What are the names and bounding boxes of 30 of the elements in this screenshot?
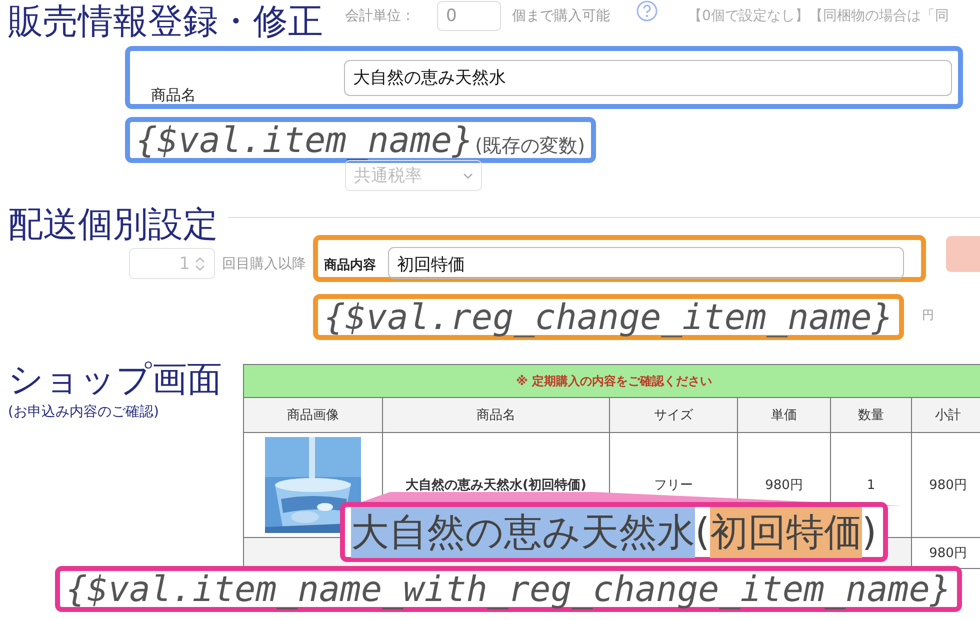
item-name-label: 商品名 — [151, 86, 196, 105]
currency-label: 円 — [922, 307, 934, 324]
table-cell-text: 980円 — [928, 477, 968, 495]
variable-code: {$val.item_name} — [136, 122, 474, 160]
item-name-highlight: 大自然の恵み天然水 — [351, 506, 695, 558]
column-header: サイズ — [610, 398, 738, 432]
unit-label: 会計単位： — [345, 7, 415, 25]
repeat-spinner[interactable]: 1 — [129, 248, 215, 279]
content-label: 商品内容 — [324, 256, 376, 274]
column-header: 単価 — [738, 398, 831, 432]
variable-note: (既存の変数) — [475, 134, 585, 159]
variable-code: {$val.item_name_with_reg_change_item_name} — [66, 571, 952, 609]
section-subheading: (お申込み内容のご確認) — [8, 403, 159, 421]
variant-highlight: 初回特価 — [710, 506, 862, 558]
unit-note: 【0個で設定なし】【同梱物の場合は「同 — [688, 7, 949, 25]
table-banner: ※ 定期購入の内容をご確認ください — [244, 365, 980, 398]
unit-input[interactable]: 0 — [437, 1, 501, 31]
repeat-suffix: 回目購入以降 — [222, 255, 306, 273]
chevron-icon — [463, 172, 473, 178]
unit-suffix: 個まで購入可能 — [512, 7, 610, 25]
help-icon[interactable] — [636, 0, 658, 22]
item-name-input[interactable]: 大自然の恵み天然水 — [344, 60, 952, 96]
column-header: 商品画像 — [244, 398, 383, 432]
column-header: 小計 — [934, 407, 962, 425]
column-header: 商品名 — [383, 398, 610, 432]
variable-code: {$val.reg_change_item_name} — [324, 299, 893, 337]
content-input[interactable]: 初回特価 — [388, 247, 904, 279]
table-cell-text: 980円 — [928, 545, 968, 563]
column-header: 数量 — [831, 398, 912, 432]
tax-select[interactable]: 共通税率 — [345, 160, 482, 191]
